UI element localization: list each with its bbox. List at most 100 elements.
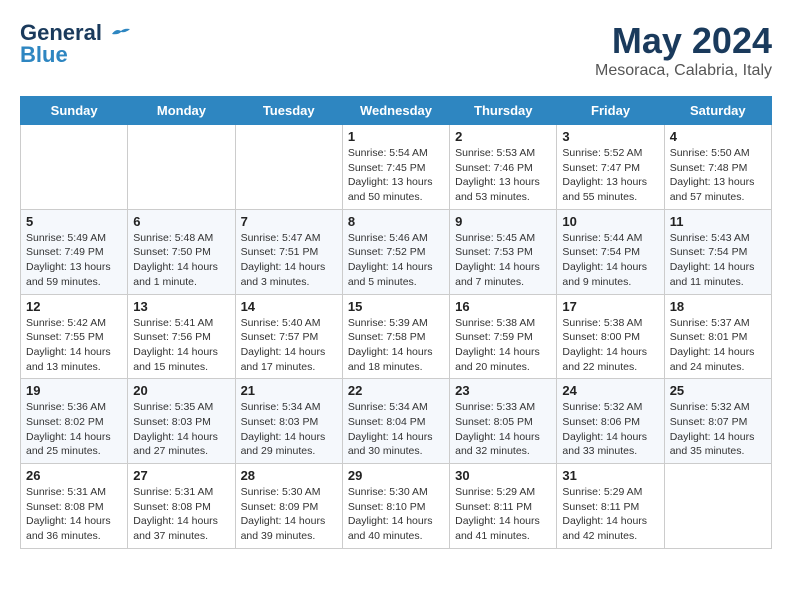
day-info: Sunrise: 5:34 AM Sunset: 8:03 PM Dayligh… bbox=[241, 400, 337, 459]
day-info: Sunrise: 5:37 AM Sunset: 8:01 PM Dayligh… bbox=[670, 316, 766, 375]
day-number: 6 bbox=[133, 214, 229, 229]
day-info: Sunrise: 5:30 AM Sunset: 8:09 PM Dayligh… bbox=[241, 485, 337, 544]
page-header: General Blue May 2024 Mesoraca, Calabria… bbox=[20, 20, 772, 80]
day-info: Sunrise: 5:35 AM Sunset: 8:03 PM Dayligh… bbox=[133, 400, 229, 459]
day-info: Sunrise: 5:29 AM Sunset: 8:11 PM Dayligh… bbox=[455, 485, 551, 544]
day-number: 11 bbox=[670, 214, 766, 229]
day-info: Sunrise: 5:32 AM Sunset: 8:07 PM Dayligh… bbox=[670, 400, 766, 459]
calendar-cell: 10Sunrise: 5:44 AM Sunset: 7:54 PM Dayli… bbox=[557, 209, 664, 294]
day-number: 22 bbox=[348, 383, 444, 398]
weekday-header-friday: Friday bbox=[557, 97, 664, 125]
weekday-header-wednesday: Wednesday bbox=[342, 97, 449, 125]
day-number: 4 bbox=[670, 129, 766, 144]
day-info: Sunrise: 5:36 AM Sunset: 8:02 PM Dayligh… bbox=[26, 400, 122, 459]
day-info: Sunrise: 5:29 AM Sunset: 8:11 PM Dayligh… bbox=[562, 485, 658, 544]
calendar-cell: 26Sunrise: 5:31 AM Sunset: 8:08 PM Dayli… bbox=[21, 464, 128, 549]
calendar-cell: 15 Sunrise: 5:39 AM Sunset: 7:58 PM Dayli… bbox=[342, 294, 449, 379]
day-number: 9 bbox=[455, 214, 551, 229]
day-info: Sunrise: 5:33 AM Sunset: 8:05 PM Dayligh… bbox=[455, 400, 551, 459]
day-info: Sunrise: 5:40 AM Sunset: 7:57 PM Dayligh… bbox=[241, 316, 337, 375]
day-info: Sunrise: 5:47 AM Sunset: 7:51 PM Dayligh… bbox=[241, 231, 337, 290]
weekday-header-saturday: Saturday bbox=[664, 97, 771, 125]
day-info: Sunrise: 5:38 AM Sunset: 8:00 PM Dayligh… bbox=[562, 316, 658, 375]
day-number: 18 bbox=[670, 299, 766, 314]
calendar-cell: 16Sunrise: 5:38 AM Sunset: 7:59 PM Dayli… bbox=[450, 294, 557, 379]
day-info: Sunrise: 5:39 AM Sunset: 7:58 PM Dayligh… bbox=[348, 316, 444, 375]
calendar-cell: 8Sunrise: 5:46 AM Sunset: 7:52 PM Daylig… bbox=[342, 209, 449, 294]
day-info: Sunrise: 5:49 AM Sunset: 7:49 PM Dayligh… bbox=[26, 231, 122, 290]
day-number: 1 bbox=[348, 129, 444, 144]
day-info: Sunrise: 5:30 AM Sunset: 8:10 PM Dayligh… bbox=[348, 485, 444, 544]
day-info: Sunrise: 5:38 AM Sunset: 7:59 PM Dayligh… bbox=[455, 316, 551, 375]
logo: General Blue bbox=[20, 20, 132, 68]
day-number: 20 bbox=[133, 383, 229, 398]
calendar-cell: 28 Sunrise: 5:30 AM Sunset: 8:09 PM Dayli… bbox=[235, 464, 342, 549]
weekday-header-sunday: Sunday bbox=[21, 97, 128, 125]
location-subtitle: Mesoraca, Calabria, Italy bbox=[595, 62, 772, 80]
weekday-header-thursday: Thursday bbox=[450, 97, 557, 125]
day-number: 7 bbox=[241, 214, 337, 229]
day-number: 17 bbox=[562, 299, 658, 314]
calendar-cell: 29 Sunrise: 5:30 AM Sunset: 8:10 PM Dayli… bbox=[342, 464, 449, 549]
day-info: Sunrise: 5:34 AM Sunset: 8:04 PM Dayligh… bbox=[348, 400, 444, 459]
day-number: 5 bbox=[26, 214, 122, 229]
day-number: 29 bbox=[348, 468, 444, 483]
calendar-cell: 1 Sunrise: 5:54 AM Sunset: 7:45 PM Daylig… bbox=[342, 125, 449, 210]
day-number: 14 bbox=[241, 299, 337, 314]
day-number: 3 bbox=[562, 129, 658, 144]
calendar-cell: 11 Sunrise: 5:43 AM Sunset: 7:54 PM Dayli… bbox=[664, 209, 771, 294]
calendar-cell: 27 Sunrise: 5:31 AM Sunset: 8:08 PM Dayli… bbox=[128, 464, 235, 549]
day-number: 12 bbox=[26, 299, 122, 314]
day-info: Sunrise: 5:32 AM Sunset: 8:06 PM Dayligh… bbox=[562, 400, 658, 459]
day-number: 19 bbox=[26, 383, 122, 398]
day-number: 30 bbox=[455, 468, 551, 483]
calendar-cell: 13 Sunrise: 5:41 AM Sunset: 7:56 PM Dayli… bbox=[128, 294, 235, 379]
calendar-cell: 3 Sunrise: 5:52 AM Sunset: 7:47 PM Daylig… bbox=[557, 125, 664, 210]
calendar-cell: 21 Sunrise: 5:34 AM Sunset: 8:03 PM Dayli… bbox=[235, 379, 342, 464]
day-info: Sunrise: 5:48 AM Sunset: 7:50 PM Dayligh… bbox=[133, 231, 229, 290]
day-info: Sunrise: 5:50 AM Sunset: 7:48 PM Dayligh… bbox=[670, 146, 766, 205]
calendar-cell: 19 Sunrise: 5:36 AM Sunset: 8:02 PM Dayli… bbox=[21, 379, 128, 464]
calendar-cell: 6 Sunrise: 5:48 AM Sunset: 7:50 PM Daylig… bbox=[128, 209, 235, 294]
calendar-cell: 18 Sunrise: 5:37 AM Sunset: 8:01 PM Dayli… bbox=[664, 294, 771, 379]
day-info: Sunrise: 5:42 AM Sunset: 7:55 PM Dayligh… bbox=[26, 316, 122, 375]
month-year-title: May 2024 bbox=[595, 20, 772, 62]
calendar-week-3: 12 Sunrise: 5:42 AM Sunset: 7:55 PM Dayli… bbox=[21, 294, 772, 379]
day-info: Sunrise: 5:31 AM Sunset: 8:08 PM Dayligh… bbox=[26, 485, 122, 544]
title-block: May 2024 Mesoraca, Calabria, Italy bbox=[595, 20, 772, 80]
weekday-header-monday: Monday bbox=[128, 97, 235, 125]
calendar-cell: 2Sunrise: 5:53 AM Sunset: 7:46 PM Daylig… bbox=[450, 125, 557, 210]
calendar-week-5: 26Sunrise: 5:31 AM Sunset: 8:08 PM Dayli… bbox=[21, 464, 772, 549]
logo-blue-text: Blue bbox=[20, 42, 68, 68]
day-info: Sunrise: 5:46 AM Sunset: 7:52 PM Dayligh… bbox=[348, 231, 444, 290]
calendar-cell: 12 Sunrise: 5:42 AM Sunset: 7:55 PM Dayli… bbox=[21, 294, 128, 379]
calendar-cell: 20 Sunrise: 5:35 AM Sunset: 8:03 PM Dayli… bbox=[128, 379, 235, 464]
calendar-cell bbox=[21, 125, 128, 210]
day-number: 27 bbox=[133, 468, 229, 483]
calendar-cell: 31 Sunrise: 5:29 AM Sunset: 8:11 PM Dayli… bbox=[557, 464, 664, 549]
calendar-cell: 7 Sunrise: 5:47 AM Sunset: 7:51 PM Daylig… bbox=[235, 209, 342, 294]
day-info: Sunrise: 5:43 AM Sunset: 7:54 PM Dayligh… bbox=[670, 231, 766, 290]
day-number: 21 bbox=[241, 383, 337, 398]
day-number: 23 bbox=[455, 383, 551, 398]
calendar-table: SundayMondayTuesdayWednesdayThursdayFrid… bbox=[20, 96, 772, 549]
calendar-cell: 30 Sunrise: 5:29 AM Sunset: 8:11 PM Dayli… bbox=[450, 464, 557, 549]
weekday-header-tuesday: Tuesday bbox=[235, 97, 342, 125]
day-number: 13 bbox=[133, 299, 229, 314]
day-info: Sunrise: 5:52 AM Sunset: 7:47 PM Dayligh… bbox=[562, 146, 658, 205]
day-info: Sunrise: 5:53 AM Sunset: 7:46 PM Dayligh… bbox=[455, 146, 551, 205]
day-info: Sunrise: 5:31 AM Sunset: 8:08 PM Dayligh… bbox=[133, 485, 229, 544]
day-info: Sunrise: 5:41 AM Sunset: 7:56 PM Dayligh… bbox=[133, 316, 229, 375]
day-number: 28 bbox=[241, 468, 337, 483]
day-number: 31 bbox=[562, 468, 658, 483]
calendar-cell: 22 Sunrise: 5:34 AM Sunset: 8:04 PM Dayli… bbox=[342, 379, 449, 464]
calendar-cell bbox=[235, 125, 342, 210]
day-info: Sunrise: 5:54 AM Sunset: 7:45 PM Dayligh… bbox=[348, 146, 444, 205]
day-number: 15 bbox=[348, 299, 444, 314]
day-number: 10 bbox=[562, 214, 658, 229]
day-info: Sunrise: 5:45 AM Sunset: 7:53 PM Dayligh… bbox=[455, 231, 551, 290]
calendar-cell: 9 Sunrise: 5:45 AM Sunset: 7:53 PM Daylig… bbox=[450, 209, 557, 294]
calendar-cell: 4 Sunrise: 5:50 AM Sunset: 7:48 PM Daylig… bbox=[664, 125, 771, 210]
calendar-cell: 5 Sunrise: 5:49 AM Sunset: 7:49 PM Daylig… bbox=[21, 209, 128, 294]
calendar-week-2: 5 Sunrise: 5:49 AM Sunset: 7:49 PM Daylig… bbox=[21, 209, 772, 294]
